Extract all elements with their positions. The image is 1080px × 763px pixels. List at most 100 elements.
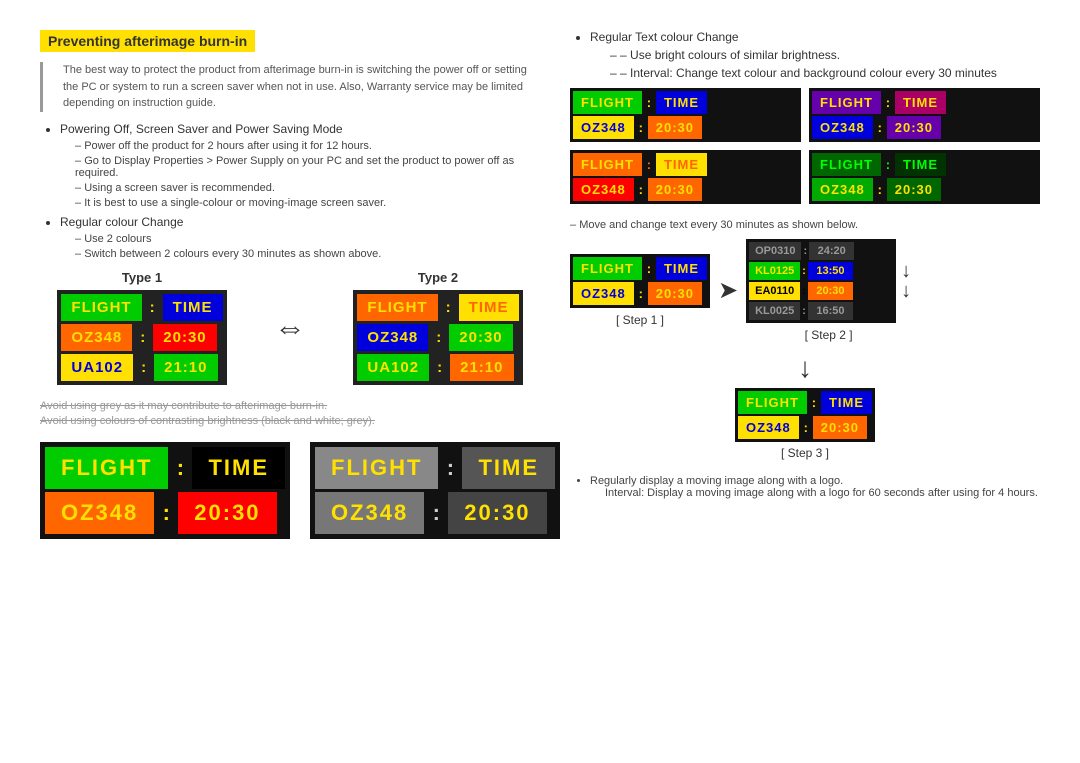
mini-flight: FLIGHT (812, 91, 881, 114)
large-data-row: OZ348 : 20:30 (45, 492, 285, 534)
mini-colon: : (636, 116, 646, 139)
step1-label: [ Step 1 ] (616, 313, 664, 327)
mini-header-row: FLIGHT : TIME (573, 153, 798, 176)
mini-t: 20:30 (648, 178, 702, 201)
large-oz-cell: OZ348 (45, 492, 154, 534)
mini-data-row: OZ348 : 20:30 (573, 282, 707, 305)
mini-time: TIME (656, 153, 707, 176)
large-header-row: FLIGHT : TIME (45, 447, 285, 489)
mini-colon: : (801, 416, 811, 439)
time-data-cell: 20:30 (153, 324, 216, 351)
board-data-row: OZ348 : 20:30 (61, 324, 222, 351)
step3-oz: OZ348 (738, 416, 799, 439)
right-column: Regular Text colour Change – Use bright … (570, 30, 1040, 539)
type2-block: Type 2 FLIGHT : TIME OZ348 : 20:30 UA102 (336, 270, 540, 385)
steps-row: FLIGHT : TIME OZ348 : 20:30 [ Step 1 ] ➤ (570, 239, 1040, 342)
sub-item: Go to Display Properties > Power Supply … (75, 155, 540, 179)
sub-item: – Interval: Change text colour and backg… (610, 66, 1040, 80)
oz348-cell: OZ348 (61, 324, 132, 351)
sub-item: It is best to use a single-colour or mov… (75, 197, 540, 209)
regular-note1: Regularly display a moving image along w… (570, 475, 1040, 499)
board-header-row: FLIGHT : TIME (61, 294, 222, 321)
mini-colon: : (809, 391, 819, 414)
large-colon: : (171, 447, 189, 489)
large-board-2: FLIGHT : TIME OZ348 : 20:30 (310, 442, 560, 539)
step2-board: OP0310 : 24:20 KL0125 : 13:50 EA0110 (746, 239, 896, 323)
section-title: Preventing afterimage burn-in (40, 30, 255, 52)
flight-cell: FLIGHT (61, 294, 141, 321)
large-time-data: 20:30 (178, 492, 276, 534)
colon-cell: : (145, 294, 160, 321)
scroll-cell: OP0310 (749, 242, 801, 260)
time-cell: TIME (163, 294, 223, 321)
time-data2-cell: 21:10 (154, 354, 217, 381)
list-item: Regular colour Change Use 2 colours Swit… (60, 215, 540, 260)
example-board-1: FLIGHT : TIME OZ348 : 20:30 (570, 88, 801, 142)
move-section: Move and change text every 30 minutes as… (570, 219, 1040, 499)
time-data-cell: 20:30 (449, 324, 512, 351)
types-row: Type 1 FLIGHT : TIME OZ348 : 20:30 UA102 (40, 270, 540, 385)
large-header-row: FLIGHT : TIME (315, 447, 555, 489)
step3-col: ↓ FLIGHT : TIME OZ348 : 20:30 [ Step 3 ] (570, 352, 1040, 460)
regular-note-item: Regularly display a moving image along w… (590, 475, 1040, 487)
bullet3-title: Regular Text colour Change (590, 30, 1040, 44)
oz348-cell: OZ348 (357, 324, 428, 351)
regular-section: Regularly display a moving image along w… (570, 475, 1040, 499)
large-boards-row: FLIGHT : TIME OZ348 : 20:30 FLIGHT : TIM… (40, 442, 540, 539)
mini-colon: : (883, 153, 893, 176)
scroll-cell: KL0125 (749, 262, 800, 280)
board-header-row: FLIGHT : TIME (357, 294, 518, 321)
down-arrow-icon: ↓ (798, 352, 812, 384)
mini-colon: : (883, 91, 893, 114)
mini-data-row: OZ348 : 20:30 (812, 116, 1037, 139)
colon: : (803, 242, 807, 260)
mini-time: TIME (895, 153, 946, 176)
large-board-1: FLIGHT : TIME OZ348 : 20:30 (40, 442, 290, 539)
mini-oz: OZ348 (812, 178, 873, 201)
sub-item: Switch between 2 colours every 30 minute… (75, 248, 540, 260)
time-cell: TIME (459, 294, 519, 321)
mini-colon: : (636, 178, 646, 201)
scroll-row-2: KL0125 : 13:50 (749, 262, 893, 280)
mini-header-row: FLIGHT : TIME (812, 153, 1037, 176)
board-data-row2: UA102 : 21:10 (61, 354, 222, 381)
mini-data-row: OZ348 : 20:30 (738, 416, 872, 439)
colon-cell: : (441, 294, 456, 321)
mini-data-row: OZ348 : 20:30 (573, 178, 798, 201)
large-oz-cell: OZ348 (315, 492, 424, 534)
large-time-cell: TIME (462, 447, 555, 489)
large-colon: : (157, 492, 175, 534)
type1-board: FLIGHT : TIME OZ348 : 20:30 UA102 : 21:1… (57, 290, 226, 385)
large-flight-cell: FLIGHT (45, 447, 168, 489)
mini-colon: : (875, 178, 885, 201)
board-data-row2: UA102 : 21:10 (357, 354, 518, 381)
step3-flight: FLIGHT (738, 391, 807, 414)
avoid-text-1: Avoid using grey as it may contribute to… (40, 400, 540, 412)
mini-t: 20:30 (887, 178, 941, 201)
sub-list: Power off the product for 2 hours after … (60, 140, 540, 209)
colon-cell: : (135, 324, 150, 351)
scroll-cell: 20:30 (808, 282, 853, 300)
sub-list: Use 2 colours Switch between 2 colours e… (60, 233, 540, 260)
step1-container: FLIGHT : TIME OZ348 : 20:30 [ Step 1 ] (570, 254, 710, 327)
step2-board-row: OP0310 : 24:20 KL0125 : 13:50 EA0110 (746, 239, 911, 323)
board-data-row: OZ348 : 20:30 (357, 324, 518, 351)
mini-header-row: FLIGHT : TIME (812, 91, 1037, 114)
mini-t: 20:30 (887, 116, 941, 139)
sub-item: Use 2 colours (75, 233, 540, 245)
mini-header-row: FLIGHT : TIME (738, 391, 872, 414)
bullet2-title: Regular colour Change (60, 215, 183, 229)
scroll-cell: 13:50 (808, 262, 853, 280)
colon-cell: : (432, 354, 447, 381)
colon: : (802, 282, 806, 300)
large-flight-cell: FLIGHT (315, 447, 438, 489)
avoid-text-2: Avoid using colours of contrasting brigh… (40, 415, 540, 427)
ua102-cell: UA102 (61, 354, 133, 381)
mini-oz: OZ348 (573, 116, 634, 139)
scroll-cell: EA0110 (749, 282, 800, 300)
mini-time: TIME (656, 91, 707, 114)
regular-note-sub: Interval: Display a moving image along w… (605, 487, 1040, 499)
scroll-cell: 24:20 (809, 242, 854, 260)
mini-flight: FLIGHT (812, 153, 881, 176)
mini-data-row: OZ348 : 20:30 (812, 178, 1037, 201)
